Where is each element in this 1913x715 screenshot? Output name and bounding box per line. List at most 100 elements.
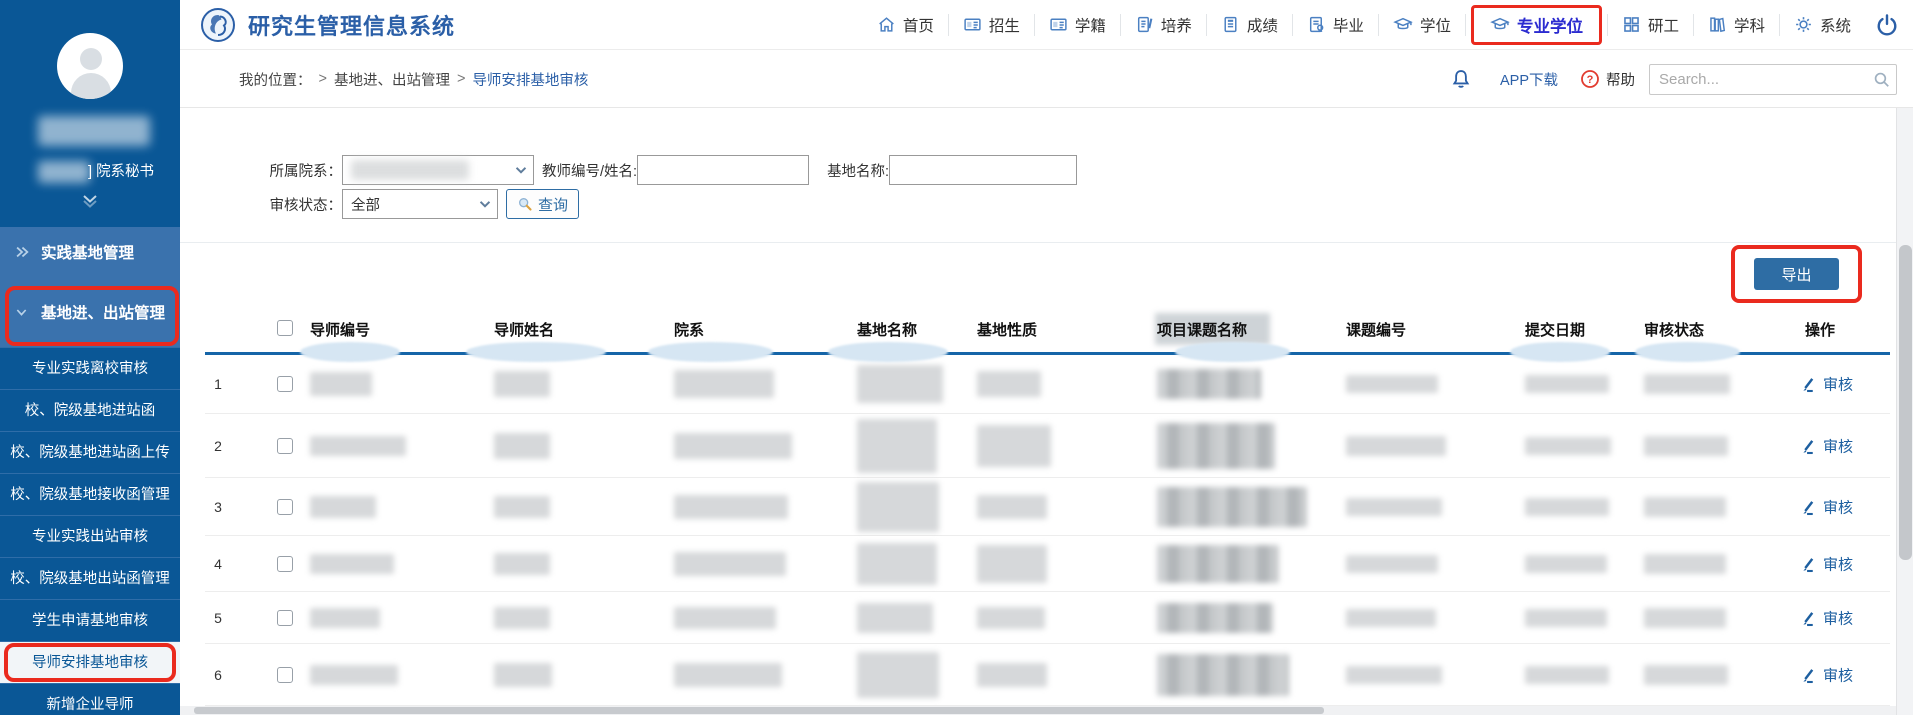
redacted-cell bbox=[977, 371, 1041, 397]
redacted-cell bbox=[1346, 666, 1442, 684]
sidebar-item-6[interactable]: 校、院级基地出站函管理 bbox=[0, 557, 180, 599]
sidebar-item-4[interactable]: 校、院级基地接收函管理 bbox=[0, 473, 180, 515]
nav-item-10[interactable]: 学科 bbox=[1694, 14, 1779, 36]
nav-item-2[interactable]: 招生 bbox=[949, 14, 1034, 36]
nav-item-5[interactable]: 成绩 bbox=[1207, 14, 1292, 36]
nav-item-6[interactable]: 毕业 bbox=[1293, 14, 1378, 36]
redacted-cell bbox=[977, 495, 1047, 519]
table-row: 6审核 bbox=[205, 644, 1890, 706]
review-link[interactable]: 审核 bbox=[1800, 553, 1853, 574]
nav-item-4[interactable]: 培养 bbox=[1121, 14, 1206, 36]
nav-item-11[interactable]: 系统 bbox=[1780, 14, 1865, 36]
search-input[interactable] bbox=[1649, 64, 1897, 95]
export-button[interactable]: 导出 bbox=[1754, 258, 1839, 290]
nav-item-label: 学籍 bbox=[1075, 14, 1106, 36]
redacted-cell bbox=[674, 370, 774, 398]
review-link-label: 审核 bbox=[1823, 664, 1853, 685]
sidebar-group-1[interactable]: 实践基地管理 bbox=[0, 227, 180, 277]
base-name-input[interactable] bbox=[889, 155, 1077, 185]
sidebar-item-2[interactable]: 校、院级基地进站函 bbox=[0, 389, 180, 431]
redacted-cell bbox=[1525, 437, 1611, 455]
sidebar-item-1[interactable]: 专业实践离校审核 bbox=[0, 347, 180, 389]
sidebar-item-3[interactable]: 校、院级基地进站函上传 bbox=[0, 431, 180, 473]
vertical-scrollbar[interactable] bbox=[1896, 108, 1913, 715]
nav-item-label: 学科 bbox=[1734, 14, 1765, 36]
redacted-cell bbox=[857, 365, 943, 403]
redacted-cell bbox=[977, 663, 1047, 687]
nav-item-label: 首页 bbox=[903, 14, 934, 36]
nav-item-label: 毕业 bbox=[1333, 14, 1364, 36]
review-link[interactable]: 审核 bbox=[1800, 374, 1853, 395]
edit-icon bbox=[1800, 666, 1817, 683]
nav-item-1[interactable]: 首页 bbox=[863, 14, 948, 36]
chevron-down-icon bbox=[13, 305, 41, 320]
redacted-cell bbox=[1346, 555, 1438, 573]
top-header: 研究生管理信息系统 首页 招生 学籍培养 成绩 毕业学位专业学位研工 学科系统 bbox=[180, 0, 1913, 50]
department-select[interactable] bbox=[342, 155, 534, 185]
sidebar-item-label: 专业实践出站审核 bbox=[32, 529, 148, 545]
breadcrumb-parent[interactable]: 基地进、出站管理 bbox=[334, 69, 450, 90]
redacted-cell bbox=[674, 495, 788, 519]
redacted-cell bbox=[1346, 609, 1436, 627]
redacted-cell bbox=[310, 496, 376, 518]
bell-icon[interactable] bbox=[1450, 68, 1472, 90]
row-checkbox[interactable] bbox=[277, 610, 293, 626]
app-download-link[interactable]: APP下载 bbox=[1500, 69, 1558, 90]
avatar[interactable] bbox=[57, 33, 123, 99]
redacted-cell bbox=[494, 663, 552, 687]
edit-icon bbox=[1800, 498, 1817, 515]
row-checkbox[interactable] bbox=[277, 499, 293, 515]
row-number: 5 bbox=[207, 610, 229, 626]
row-checkbox[interactable] bbox=[277, 556, 293, 572]
table-header: 导师编号导师姓名院系基地名称基地性质项目课题名称课题编号提交日期审核状态操作 bbox=[205, 308, 1890, 352]
review-link[interactable]: 审核 bbox=[1800, 496, 1853, 517]
horizontal-scrollbar-thumb[interactable] bbox=[194, 707, 1324, 714]
search-icon[interactable] bbox=[1872, 70, 1891, 94]
redacted-cell bbox=[1157, 423, 1275, 469]
select-all-checkbox[interactable] bbox=[277, 320, 293, 336]
redacted-cell bbox=[1346, 436, 1446, 456]
filter-panel: 所属院系： 教师编号/姓名: 基地名称: 审核状态： 全部 查询 bbox=[262, 154, 1077, 222]
redacted-cell bbox=[1346, 498, 1442, 516]
sidebar-item-5[interactable]: 专业实践出站审核 bbox=[0, 515, 180, 557]
sidebar-item-label: 学生申请基地审核 bbox=[32, 613, 148, 629]
nav-item-7[interactable]: 学位 bbox=[1379, 14, 1465, 36]
redacted-cell bbox=[1525, 609, 1607, 627]
redacted-cell bbox=[674, 663, 782, 687]
status-select[interactable]: 全部 bbox=[342, 189, 498, 219]
nav-item-9[interactable]: 研工 bbox=[1608, 14, 1693, 36]
nav-item-label: 招生 bbox=[989, 14, 1020, 36]
chevron-down-icon bbox=[477, 196, 493, 216]
row-checkbox[interactable] bbox=[277, 376, 293, 392]
horizontal-scrollbar[interactable] bbox=[180, 706, 1896, 715]
app-logo bbox=[200, 7, 236, 43]
gradcap-icon bbox=[1490, 15, 1510, 34]
vertical-scrollbar-thumb[interactable] bbox=[1899, 245, 1912, 560]
teacher-input[interactable] bbox=[637, 155, 809, 185]
redacted-cell bbox=[674, 552, 786, 576]
row-checkbox[interactable] bbox=[277, 438, 293, 454]
question-icon: ? bbox=[1580, 69, 1600, 89]
breadcrumb-prefix: 我的位置： bbox=[239, 69, 312, 90]
edit-icon bbox=[1800, 609, 1817, 626]
nav-item-label: 成绩 bbox=[1247, 14, 1278, 36]
nav-item-8[interactable]: 专业学位 bbox=[1471, 5, 1602, 45]
row-checkbox[interactable] bbox=[277, 667, 293, 683]
sidebar-item-7[interactable]: 学生申请基地审核 bbox=[0, 599, 180, 641]
sidebar-item-8[interactable]: 导师安排基地审核 bbox=[0, 641, 180, 683]
chevron-down-icon[interactable] bbox=[81, 194, 99, 213]
review-link[interactable]: 审核 bbox=[1800, 435, 1853, 456]
column-header-5: 基地性质 bbox=[977, 319, 1037, 340]
sidebar-item-9[interactable]: 新增企业导师 bbox=[0, 683, 180, 715]
home-icon bbox=[877, 15, 896, 34]
redacted-cell bbox=[1157, 545, 1279, 583]
help-link[interactable]: ? 帮助 bbox=[1580, 69, 1635, 90]
power-icon[interactable] bbox=[1865, 13, 1913, 37]
sidebar-group-2[interactable]: 基地进、出站管理 bbox=[0, 277, 180, 347]
query-button[interactable]: 查询 bbox=[506, 189, 579, 219]
sidebar-item-label: 新增企业导师 bbox=[47, 697, 134, 713]
review-link[interactable]: 审核 bbox=[1800, 664, 1853, 685]
review-link[interactable]: 审核 bbox=[1800, 607, 1853, 628]
nav-item-3[interactable]: 学籍 bbox=[1035, 14, 1120, 36]
app-title: 研究生管理信息系统 bbox=[248, 9, 455, 41]
